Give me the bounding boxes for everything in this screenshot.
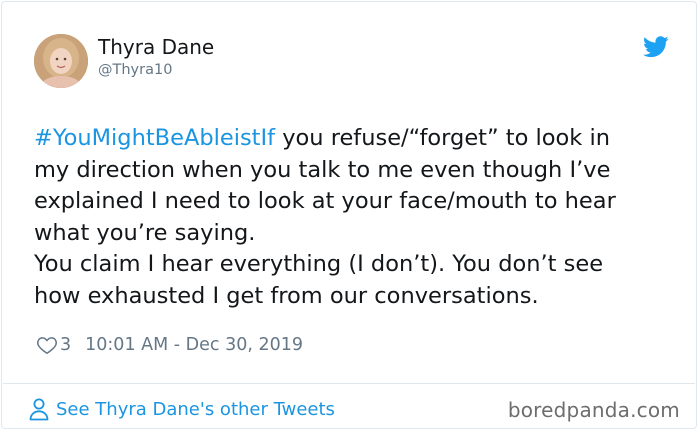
- tweet-line-1: you refuse/“forget” to look in: [275, 125, 611, 151]
- heart-icon[interactable]: [36, 334, 58, 356]
- avatar-photo: [34, 34, 88, 88]
- see-other-tweets-link[interactable]: See Thyra Dane's other Tweets: [28, 396, 335, 422]
- tweet-line-6: how exhausted I get from our conversatio…: [34, 282, 539, 309]
- author-handle[interactable]: @Thyra10: [98, 62, 172, 78]
- source-watermark: boredpanda.com: [507, 398, 680, 422]
- person-icon: [29, 398, 49, 421]
- tweet-line-2: my direction when you talk to me even th…: [34, 156, 611, 183]
- author-avatar[interactable]: [34, 34, 88, 88]
- tweet-meta: 3 10:01 AM - Dec 30, 2019: [36, 333, 303, 357]
- tweet-line-5: You claim I hear everything (I don’t). Y…: [34, 251, 604, 277]
- tweet-body: #YouMightBeAbleistIf you refuse/“forget”…: [34, 123, 674, 312]
- twitter-bird-icon[interactable]: [643, 36, 669, 58]
- author-name[interactable]: Thyra Dane: [98, 35, 214, 59]
- tweet-line-3: explained I need to look at your face/mo…: [34, 188, 616, 214]
- like-count: 3: [60, 335, 72, 355]
- tweet-line-4: what you’re saying.: [34, 219, 256, 246]
- hashtag-link[interactable]: #YouMightBeAbleistIf: [34, 125, 275, 151]
- tweet-timestamp[interactable]: 10:01 AM - Dec 30, 2019: [85, 335, 303, 355]
- see-other-tweets-label: See Thyra Dane's other Tweets: [56, 398, 335, 420]
- footer-divider: [3, 383, 695, 384]
- tweet-card: Thyra Dane @Thyra10 #YouMightBeAbleistIf…: [1, 1, 697, 429]
